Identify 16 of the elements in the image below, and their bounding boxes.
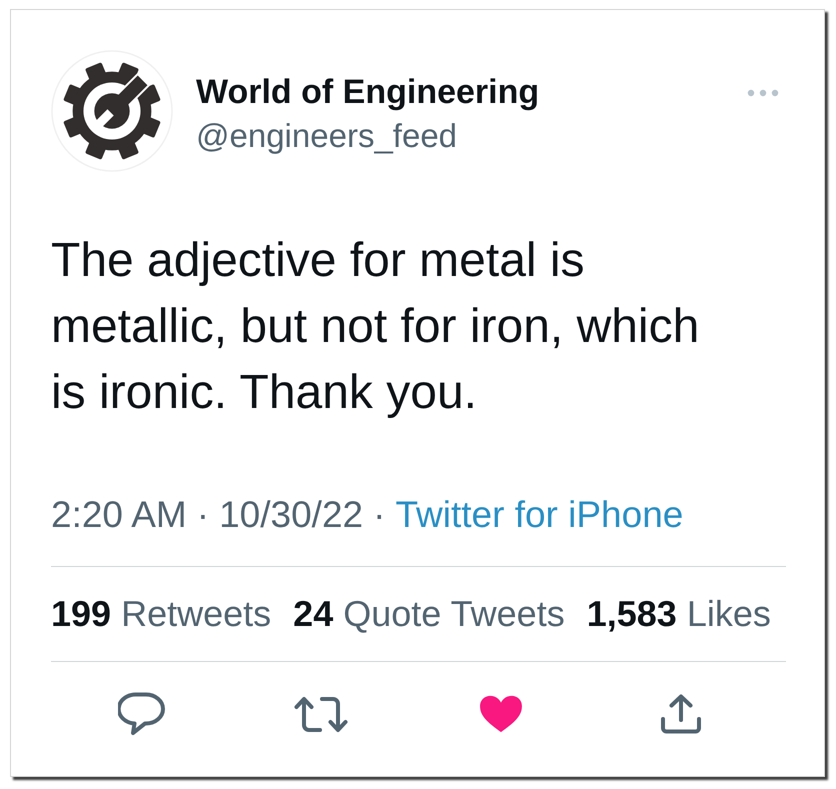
stat-link[interactable]: 24 Quote Tweets <box>293 592 565 636</box>
tweet-date: 10/30/22 <box>219 493 364 537</box>
share-icon[interactable] <box>660 694 702 734</box>
meta-separator: · <box>373 493 386 537</box>
author-name[interactable]: World of Engineering <box>196 70 540 114</box>
tweet-time: 2:20 AM <box>51 493 187 537</box>
stat-link[interactable]: 1,583 Likes <box>586 592 771 636</box>
stat-link[interactable]: 199 Retweets <box>51 592 272 636</box>
gear-logo-icon[interactable] <box>51 50 173 172</box>
retweet-icon[interactable] <box>294 696 348 732</box>
author-handle[interactable]: @engineers_feed <box>196 114 458 156</box>
tweet-text: The adjective for metal is metallic, but not for iron, which is ironic. Thank you. <box>51 233 700 421</box>
source-link[interactable]: Twitter for iPhone <box>395 493 684 537</box>
reply-icon[interactable] <box>118 692 164 736</box>
meta-separator: · <box>196 493 210 537</box>
heart-icon[interactable] <box>478 694 524 734</box>
